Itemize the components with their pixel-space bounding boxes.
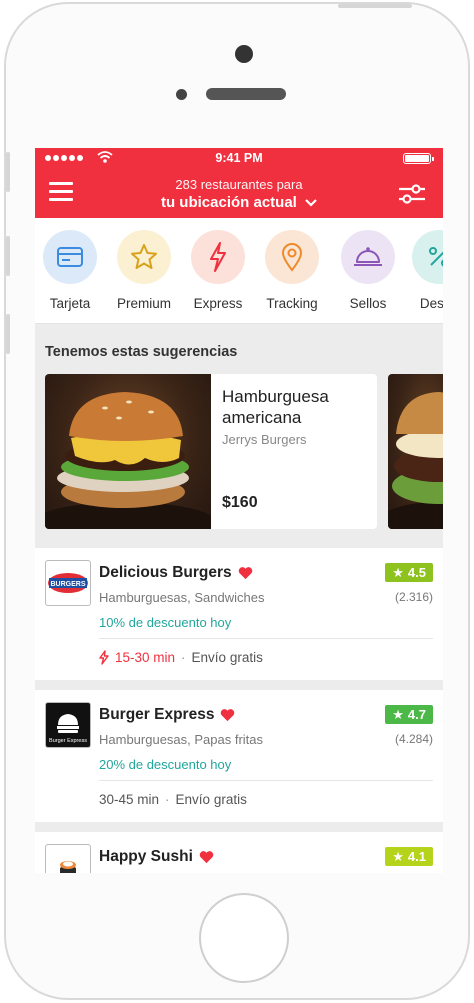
- rating-value: 4.1: [407, 849, 426, 864]
- bolt-icon: [210, 242, 226, 272]
- heart-icon[interactable]: [199, 850, 214, 864]
- divider: [99, 780, 433, 781]
- star-icon: ★: [392, 706, 404, 722]
- logo-text: BURGERS: [50, 581, 85, 588]
- rating-badge: ★ 4.1: [385, 847, 433, 866]
- category-descuentos[interactable]: Descu: [409, 230, 443, 311]
- heart-icon[interactable]: [220, 708, 235, 722]
- burger-image: [388, 374, 443, 529]
- menu-icon[interactable]: [49, 182, 73, 202]
- restaurant-name-row: Delicious Burgers: [99, 564, 253, 582]
- divider: [99, 638, 433, 639]
- suggestion-price: $160: [222, 494, 258, 511]
- category-label: Sellos: [349, 296, 387, 311]
- discount-icon: [429, 247, 443, 267]
- status-time: 9:41 PM: [215, 151, 263, 165]
- category-label: Express: [193, 296, 243, 311]
- restaurant-name-row: Happy Sushi: [99, 848, 214, 866]
- category-label: Tracking: [266, 296, 318, 311]
- restaurant-logo: Burger Express: [45, 702, 91, 748]
- category-tracking[interactable]: Tracking: [262, 230, 322, 311]
- category-premium[interactable]: Premium: [114, 230, 174, 311]
- restaurant-categories: Hamburguesas, Sandwiches: [99, 590, 265, 605]
- shipping-info: Envío gratis: [175, 792, 247, 807]
- logo-text: Burger Express: [49, 738, 87, 744]
- delivery-info: 30-45 min · Envío gratis: [99, 792, 247, 807]
- separator-dot: ·: [165, 792, 170, 807]
- location-pin-icon: [281, 243, 303, 272]
- review-count: (4.284): [394, 732, 433, 746]
- delivery-time: 30-45 min: [99, 792, 160, 807]
- cloche-icon: [354, 247, 382, 266]
- restaurant-name: Happy Sushi: [99, 848, 193, 865]
- status-bar: 9:41 PM: [35, 148, 443, 170]
- app-header: 9:41 PM 283 restaurantes para tu ubicaci…: [35, 148, 443, 218]
- restaurant-categories: Hamburguesas, Papas fritas: [99, 732, 264, 747]
- separator-dot: ·: [181, 650, 186, 665]
- delivery-info: 15-30 min · Envío gratis: [99, 650, 263, 665]
- app-screen: 9:41 PM 283 restaurantes para tu ubicaci…: [35, 148, 443, 873]
- category-descuentos-circle: [412, 230, 443, 284]
- restaurant-discount: 10% de descuento hoy: [99, 615, 232, 630]
- category-express[interactable]: Express: [188, 230, 248, 311]
- proximity-sensor: [176, 89, 187, 100]
- restaurant-card[interactable]: BURGERS Delicious Burgers Hamburguesas, …: [35, 548, 443, 680]
- battery-icon: [403, 153, 434, 164]
- suggestion-card-partial[interactable]: [388, 374, 443, 529]
- category-express-circle: [191, 230, 245, 284]
- category-tarjeta-circle: [43, 230, 97, 284]
- suggestion-restaurant: Jerrys Burgers: [222, 432, 307, 447]
- volume-down-button: [6, 314, 10, 354]
- restaurant-card[interactable]: Happy Sushi ★ 4.1: [35, 832, 443, 873]
- restaurant-logo: [45, 844, 91, 873]
- suggestion-card[interactable]: Hamburguesa americana Jerrys Burgers $16…: [45, 374, 377, 529]
- category-label: Premium: [116, 296, 171, 311]
- restaurant-count: 283 restaurantes para: [175, 177, 303, 192]
- category-tarjeta[interactable]: Tarjeta: [40, 230, 100, 311]
- category-tracking-circle: [265, 230, 319, 284]
- restaurant-name: Delicious Burgers: [99, 564, 232, 581]
- burger-image: [45, 374, 211, 529]
- category-label: Tarjeta: [49, 296, 91, 311]
- location-selector[interactable]: 283 restaurantes para tu ubicación actua…: [105, 177, 373, 211]
- suggestions-title: Tenemos estas sugerencias: [45, 344, 238, 360]
- location-label: tu ubicación actual: [160, 194, 297, 211]
- front-camera: [235, 45, 253, 63]
- bolt-icon: [99, 650, 109, 665]
- restaurant-name: Burger Express: [99, 706, 215, 723]
- earpiece-speaker: [206, 88, 286, 100]
- star-icon: [131, 244, 157, 269]
- filter-icon[interactable]: [397, 182, 427, 206]
- category-bar: Tarjeta Premium Express Tracking Sellos …: [35, 218, 443, 324]
- review-count: (2.316): [394, 590, 433, 604]
- mute-switch: [6, 152, 10, 192]
- category-label: Descu: [419, 296, 443, 311]
- power-button: [338, 4, 412, 8]
- rating-value: 4.7: [407, 707, 426, 722]
- rating-badge: ★ 4.5: [385, 563, 433, 582]
- card-icon: [57, 247, 83, 267]
- restaurant-name-row: Burger Express: [99, 706, 235, 724]
- volume-up-button: [6, 236, 10, 276]
- star-icon: ★: [392, 848, 404, 864]
- suggestion-name: Hamburguesa americana: [222, 387, 329, 427]
- delivery-time: 15-30 min: [115, 650, 176, 665]
- rating-badge: ★ 4.7: [385, 705, 433, 724]
- rating-value: 4.5: [407, 565, 426, 580]
- restaurant-logo: BURGERS: [45, 560, 91, 606]
- category-premium-circle: [117, 230, 171, 284]
- category-sellos[interactable]: Sellos: [338, 230, 398, 311]
- restaurant-card[interactable]: Burger Express Burger Express Hamburgues…: [35, 690, 443, 822]
- category-sellos-circle: [341, 230, 395, 284]
- restaurant-discount: 20% de descuento hoy: [99, 757, 232, 772]
- home-button[interactable]: [199, 893, 289, 983]
- star-icon: ★: [392, 564, 404, 580]
- chevron-down-icon: [305, 199, 317, 207]
- shipping-info: Envío gratis: [191, 650, 263, 665]
- heart-icon[interactable]: [238, 566, 253, 580]
